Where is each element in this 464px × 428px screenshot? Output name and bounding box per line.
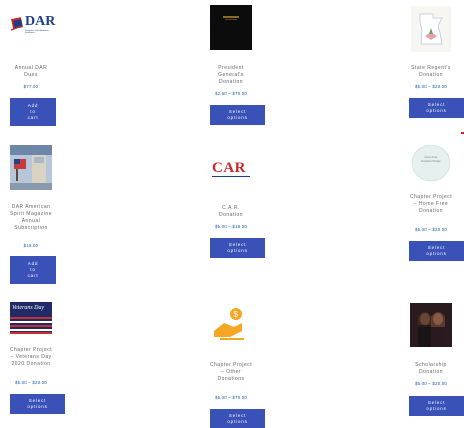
home-free-label: Home Free Donation Pledge — [421, 156, 441, 163]
product-price: $5.00 – $15.00 — [214, 224, 248, 229]
president-general-photo[interactable] — [210, 5, 252, 50]
dar-logo-image[interactable]: DAR Daughters of the American Revolution — [10, 12, 56, 38]
award-icon — [223, 16, 239, 20]
dar-logo-subtext: Daughters of the American Revolution — [25, 30, 49, 34]
state-regent-image[interactable] — [411, 6, 451, 52]
minnesota-shape-icon — [419, 13, 443, 45]
product-title[interactable]: Chapter Project – Other Donations — [208, 362, 254, 383]
flags-icon — [10, 317, 52, 334]
home-free-image[interactable]: Home Free Donation Pledge — [410, 143, 452, 183]
product-title[interactable]: President General's Donation — [208, 65, 254, 86]
select-options-button[interactable]: Select options — [409, 396, 464, 416]
svg-text:$: $ — [234, 310, 239, 319]
product-title[interactable]: Chapter Project – Veterans Day 2020 Dona… — [8, 347, 54, 368]
car-logo-text: CAR — [212, 160, 246, 176]
magazine-cover-icon — [10, 145, 52, 190]
dar-logo-text: DAR — [25, 14, 56, 29]
product-title[interactable]: State Regent's Donation — [408, 65, 454, 79]
two-people-icon — [418, 312, 445, 347]
product-title[interactable]: Chapter Project – Home Free Donation — [408, 194, 454, 215]
product-price: $5.00 – $20.00 — [14, 380, 48, 385]
select-options-button[interactable]: Select options — [210, 105, 265, 125]
american-spirit-magazine-cover[interactable] — [10, 145, 52, 190]
product-title[interactable]: Annual DAR Dues — [10, 65, 52, 79]
select-options-button[interactable]: Select options — [210, 238, 265, 258]
select-options-button[interactable]: Select options — [210, 409, 265, 428]
product-title[interactable]: DAR American Spirit Magazine Annual Subs… — [8, 204, 54, 232]
car-logo-underline — [212, 176, 250, 177]
product-price: $18.00 — [23, 243, 39, 248]
product-price: $5.00 – $20.00 — [414, 227, 448, 232]
scholarship-photo[interactable] — [410, 303, 452, 347]
product-title[interactable]: C.A.R. Donation — [210, 205, 252, 219]
product-price: $77.00 — [23, 84, 39, 89]
product-price: $2.50 – $70.00 — [214, 91, 248, 96]
donation-hand-icon: $ — [214, 308, 244, 340]
product-title[interactable]: Scholarship Donation — [408, 362, 454, 376]
select-options-button[interactable]: Select options — [409, 98, 464, 118]
select-options-button[interactable]: Select options — [10, 394, 65, 414]
add-to-cart-button[interactable]: Add to cart — [10, 98, 56, 126]
select-options-button[interactable]: Select options — [409, 241, 464, 261]
veterans-day-image[interactable]: Veterans Day — [10, 302, 52, 334]
donation-coin-image[interactable]: $ — [208, 305, 252, 345]
car-logo-image[interactable]: CAR — [210, 160, 256, 178]
product-price: $5.00 – $20.00 — [414, 84, 448, 89]
product-price: $5.00 – $20.00 — [414, 381, 448, 386]
add-to-cart-button[interactable]: Add to cart — [10, 256, 56, 284]
product-price: $5.00 – $70.00 — [214, 395, 248, 400]
